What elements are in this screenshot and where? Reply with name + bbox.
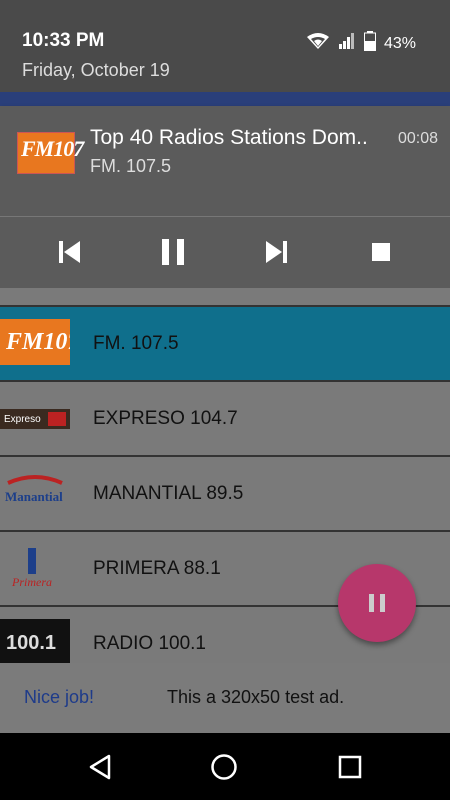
station-logo: 100.1 bbox=[0, 619, 70, 665]
divider bbox=[0, 216, 450, 217]
list-partial-row bbox=[0, 288, 450, 305]
pause-icon bbox=[369, 594, 385, 612]
back-button[interactable] bbox=[84, 751, 116, 783]
home-button[interactable] bbox=[208, 751, 240, 783]
wifi-icon bbox=[306, 32, 330, 55]
station-logo: Expreso bbox=[0, 394, 70, 440]
app-toolbar-edge bbox=[0, 92, 450, 106]
station-name: EXPRESO 104.7 bbox=[93, 408, 238, 429]
notification-shade-header: 10:33 PM Friday, October 19 43% bbox=[0, 0, 450, 92]
stop-button[interactable] bbox=[359, 232, 403, 272]
recents-button[interactable] bbox=[334, 751, 366, 783]
list-item[interactable]: Manantial MANANTIAL 89.5 bbox=[0, 455, 450, 530]
list-item[interactable]: FM107 FM. 107.5 bbox=[0, 305, 450, 380]
station-logo: FM107 bbox=[17, 132, 84, 174]
back-icon bbox=[89, 754, 111, 780]
station-name: MANANTIAL 89.5 bbox=[93, 483, 244, 504]
notification-subtitle: FM. 107.5 bbox=[90, 156, 172, 176]
svg-text:Expreso: Expreso bbox=[4, 414, 41, 425]
svg-text:Primera: Primera bbox=[11, 575, 52, 589]
pause-button[interactable] bbox=[151, 232, 195, 272]
date-label: Friday, October 19 bbox=[22, 60, 170, 80]
list-item[interactable]: Expreso EXPRESO 104.7 bbox=[0, 380, 450, 455]
pause-icon bbox=[162, 239, 184, 265]
station-name: PRIMERA 88.1 bbox=[93, 558, 221, 579]
station-name: RADIO 100.1 bbox=[93, 633, 206, 654]
media-notification[interactable]: FM107 Top 40 Radios Stations Dom.. 00:08… bbox=[0, 106, 450, 288]
skip-previous-icon bbox=[59, 241, 80, 263]
clock: 10:33 PM bbox=[22, 30, 105, 51]
station-logo: Primera bbox=[0, 544, 70, 590]
svg-text:Manantial: Manantial bbox=[5, 489, 63, 504]
status-icons: 43% bbox=[306, 31, 416, 56]
ad-nice-label: Nice job! bbox=[24, 687, 95, 707]
svg-text:100.1: 100.1 bbox=[6, 632, 56, 654]
svg-text:FM107: FM107 bbox=[5, 329, 70, 355]
station-name: FM. 107.5 bbox=[93, 333, 179, 354]
battery-icon bbox=[363, 31, 376, 56]
station-logo: Manantial bbox=[0, 469, 70, 515]
battery-percentage: 43% bbox=[383, 34, 416, 52]
recents-icon bbox=[338, 755, 362, 779]
ad-text: This a 320x50 test ad. bbox=[167, 687, 345, 707]
signal-icon bbox=[338, 32, 356, 55]
floating-pause-button[interactable] bbox=[338, 564, 416, 642]
elapsed-time: 00:08 bbox=[397, 130, 438, 147]
skip-previous-button[interactable] bbox=[47, 232, 91, 272]
skip-next-icon bbox=[266, 241, 287, 263]
stop-icon bbox=[372, 243, 390, 261]
system-nav-bar bbox=[0, 733, 450, 800]
home-icon bbox=[211, 754, 237, 780]
station-logo: FM107 bbox=[0, 319, 80, 365]
notification-title: Top 40 Radios Stations Dom.. bbox=[90, 126, 368, 149]
skip-next-button[interactable] bbox=[255, 232, 299, 272]
ad-banner[interactable]: Nice job! This a 320x50 test ad. bbox=[0, 663, 450, 733]
